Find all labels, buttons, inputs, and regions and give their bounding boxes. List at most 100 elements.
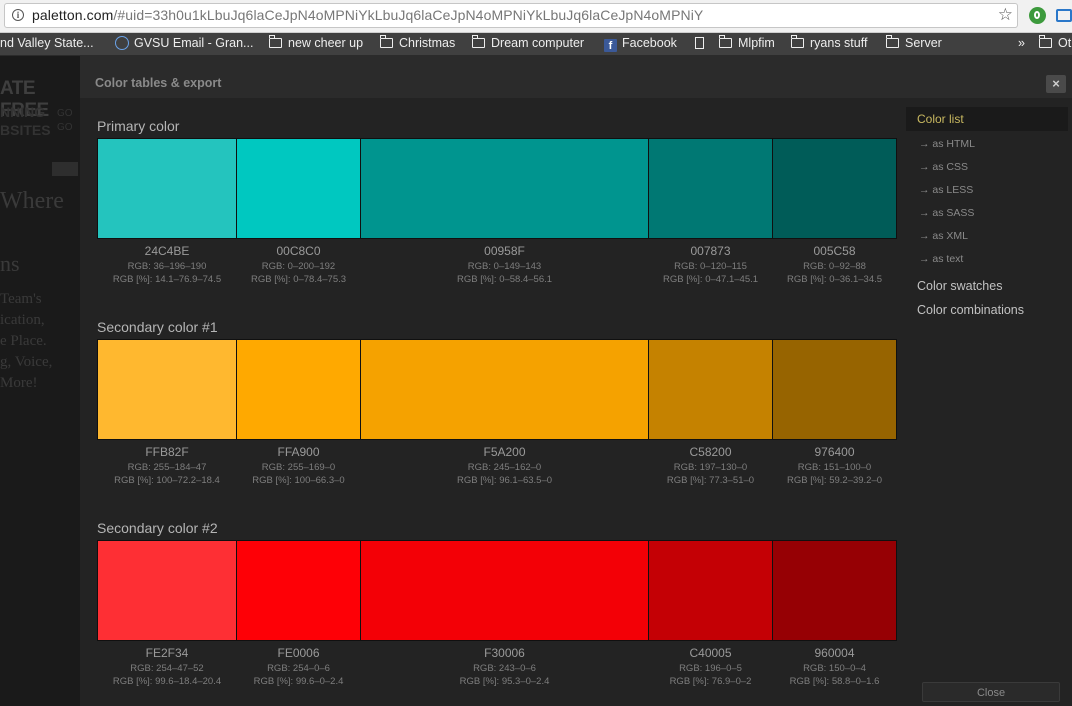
bookmark-facebook[interactable]: f Facebook [604, 36, 677, 52]
export-as-text[interactable]: → as text [919, 253, 963, 265]
color-swatch[interactable] [97, 540, 237, 641]
color-swatch[interactable] [772, 540, 897, 641]
swatch-hex-label: C58200 [689, 445, 732, 459]
bookmark-label: Mlpfim [738, 36, 775, 50]
bookmark-gvsu-email[interactable]: GVSU Email - Gran... [115, 36, 253, 50]
export-as-css[interactable]: → as CSS [919, 161, 968, 173]
swatch-hex-label: 976400 [814, 445, 855, 459]
color-swatch[interactable] [236, 138, 361, 239]
color-swatch[interactable] [360, 339, 649, 440]
color-swatch[interactable] [772, 138, 897, 239]
bookmark-page[interactable] [695, 36, 704, 50]
info-icon[interactable]: i [12, 9, 24, 21]
section-title: Secondary color #2 [97, 520, 218, 536]
swatch-rgb-label: RGB: 243–0–6 [473, 663, 536, 674]
facebook-icon: f [604, 39, 617, 52]
page-icon [695, 37, 704, 49]
folder-icon [268, 35, 282, 48]
bookmark-grand-valley[interactable]: nd Valley State... [0, 36, 94, 50]
color-swatch[interactable] [236, 540, 361, 641]
bookmark-christmas[interactable]: Christmas [379, 35, 455, 50]
export-as-html[interactable]: → as HTML [919, 138, 975, 150]
swatch-hex-label: F5A200 [483, 445, 526, 459]
folder-icon [790, 35, 804, 48]
menu-color-list[interactable]: Color list [906, 107, 1068, 131]
folder-icon [379, 35, 393, 48]
swatch-rgb-label: RGB: 245–162–0 [467, 462, 542, 473]
bookmark-new-cheer-up[interactable]: new cheer up [268, 35, 364, 50]
modal-title: Color tables & export [95, 76, 222, 90]
export-as-sass[interactable]: → as SASS [919, 207, 974, 219]
bookmark-label: Facebook [622, 36, 677, 50]
modal-header: Color tables & export × [80, 56, 1072, 98]
menu-color-combinations[interactable]: Color combinations [917, 303, 1024, 317]
color-swatch[interactable] [236, 339, 361, 440]
swatch-hex-label: 00958F [484, 244, 525, 258]
color-swatch[interactable] [772, 339, 897, 440]
bookmark-server[interactable]: Server [885, 35, 942, 50]
swatch-rgb-label: RGB: 254–0–6 [267, 663, 330, 674]
background-text: NNING [0, 104, 46, 120]
swatch-rgb-label: RGB: 151–100–0 [797, 462, 872, 473]
close-icon[interactable]: × [1046, 75, 1066, 93]
bookmark-dream-computer[interactable]: Dream computer [471, 35, 585, 50]
background-arrows [52, 162, 78, 176]
browser-toolbar: i paletton.com/#uid=33h0u1kLbuJq6laCeJpN… [0, 0, 1072, 33]
color-swatch[interactable] [360, 540, 649, 641]
swatch-rgb-label: RGB: 0–149–143 [467, 261, 542, 272]
menu-color-swatches[interactable]: Color swatches [917, 279, 1002, 293]
swatch-rgb-percent-label: RGB [%]: 76.9–0–2 [669, 676, 752, 687]
swatch-rgb-percent-label: RGB [%]: 58.8–0–1.6 [789, 676, 880, 687]
swatch-rgb-percent-label: RGB [%]: 59.2–39.2–0 [786, 475, 883, 486]
swatch-rgb-label: RGB: 0–120–115 [674, 261, 747, 272]
export-as-xml[interactable]: → as XML [919, 230, 968, 242]
color-swatch[interactable] [97, 339, 237, 440]
background-heading: Where [0, 188, 64, 214]
address-bar[interactable]: i paletton.com/#uid=33h0u1kLbuJq6laCeJpN… [4, 3, 1018, 28]
background-page: ATE FREE NNING BSITES GO GO Where ns Tea… [0, 56, 80, 706]
url-text[interactable]: paletton.com/#uid=33h0u1kLbuJq6laCeJpN4o… [32, 7, 703, 23]
extension-icon[interactable] [1029, 7, 1046, 24]
color-swatch[interactable] [648, 138, 773, 239]
swatch-rgb-percent-label: RGB [%]: 0–47.1–45.1 [662, 274, 759, 285]
swatch-rgb-percent-label: RGB [%]: 100–72.2–18.4 [114, 475, 220, 486]
bookmark-label: new cheer up [288, 36, 364, 50]
bookmark-label: nd Valley State... [0, 36, 94, 50]
color-swatch[interactable] [360, 138, 649, 239]
color-swatch[interactable] [97, 138, 237, 239]
export-as-less[interactable]: → as LESS [919, 184, 973, 196]
swatch-hex-label: 24C4BE [144, 244, 190, 258]
swatch-rgb-percent-label: RGB [%]: 99.6–0–2.4 [253, 676, 344, 687]
bookmark-ryans-stuff[interactable]: ryans stuff [790, 35, 867, 50]
swatch-rgb-percent-label: RGB [%]: 0–78.4–75.3 [250, 274, 347, 285]
swatch-hex-label: 007873 [690, 244, 731, 258]
swatch-hex-label: FE2F34 [145, 646, 189, 660]
swatch-rgb-label: RGB: 255–184–47 [127, 462, 207, 473]
swatch-hex-label: FFB82F [145, 445, 189, 459]
swatch-rgb-percent-label: RGB [%]: 0–58.4–56.1 [456, 274, 553, 285]
background-text: BSITES [0, 122, 51, 138]
bookmarks-overflow-chevron[interactable]: » [1018, 36, 1025, 50]
bookmark-other[interactable]: Ot [1038, 35, 1071, 50]
bookmarks-bar: nd Valley State... GVSU Email - Gran... … [0, 33, 1072, 56]
swatch-rgb-percent-label: RGB [%]: 95.3–0–2.4 [459, 676, 550, 687]
background-go: GO [57, 122, 73, 133]
bookmark-mlpfim[interactable]: Mlpfim [718, 35, 775, 50]
close-button[interactable]: Close [922, 682, 1060, 702]
swatch-hex-label: 960004 [814, 646, 855, 660]
bookmark-label: Dream computer [491, 36, 585, 50]
color-swatch[interactable] [648, 339, 773, 440]
swatch-hex-label: 005C58 [813, 244, 856, 258]
swatch-row [97, 540, 897, 641]
section-title: Primary color [97, 118, 180, 134]
color-swatch[interactable] [648, 540, 773, 641]
cast-icon[interactable] [1056, 9, 1072, 22]
background-paragraph: Team's ication, e Place. g, Voice, More! [0, 291, 53, 391]
bookmark-star-icon[interactable]: ☆ [998, 5, 1013, 25]
section-title: Secondary color #1 [97, 319, 218, 335]
folder-icon [718, 35, 732, 48]
swatch-rgb-label: RGB: 0–200–192 [261, 261, 336, 272]
background-go: GO [57, 108, 73, 119]
bookmark-label: GVSU Email - Gran... [134, 36, 254, 50]
folder-icon [1038, 35, 1052, 48]
